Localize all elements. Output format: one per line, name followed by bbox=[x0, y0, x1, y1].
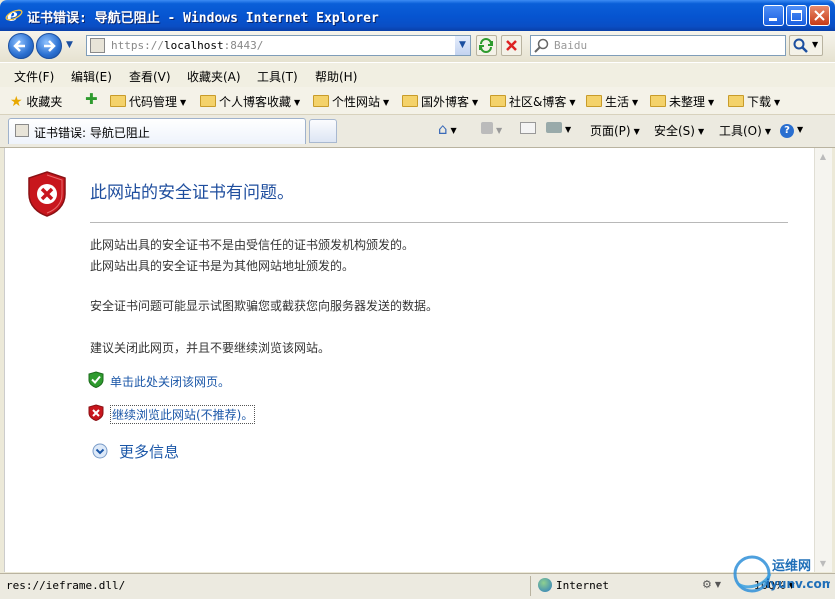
svg-text:运维网: 运维网 bbox=[772, 558, 811, 574]
security-zone: Internet bbox=[556, 579, 609, 592]
tab-title: 证书错误: 导航已阻止 bbox=[34, 126, 150, 140]
folder-icon bbox=[110, 95, 126, 107]
red-shield-icon bbox=[28, 171, 66, 217]
window-title: 证书错误: 导航已阻止 - Windows Internet Explorer bbox=[27, 11, 379, 26]
svg-text:iyunv.com: iyunv.com bbox=[766, 577, 830, 591]
protected-mode-button[interactable]: ⚙ ▼ bbox=[702, 578, 721, 591]
more-information-link[interactable]: 更多信息 bbox=[119, 441, 179, 462]
arrow-right-icon bbox=[44, 40, 56, 52]
read-mail-button[interactable] bbox=[520, 122, 536, 137]
fav-folder-5[interactable]: 生活 ▼ bbox=[586, 93, 638, 110]
fav-folder-6[interactable]: 未整理 ▼ bbox=[650, 93, 714, 110]
folder-icon bbox=[490, 95, 506, 107]
search-placeholder: Baidu bbox=[554, 39, 588, 52]
menu-view[interactable]: 查看(V) bbox=[129, 68, 171, 85]
menu-file[interactable]: 文件(F) bbox=[14, 68, 54, 85]
recent-pages-dropdown[interactable]: ▼ bbox=[66, 40, 73, 50]
page-menu-button[interactable]: 页面(P) ▼ bbox=[590, 122, 640, 139]
maximize-icon bbox=[791, 10, 802, 21]
folder-icon bbox=[200, 95, 216, 107]
folder-icon bbox=[586, 95, 602, 107]
refresh-icon bbox=[479, 38, 493, 53]
fav-folder-2[interactable]: 个性网站 ▼ bbox=[313, 93, 389, 110]
status-bar: res://ieframe.dll/ Internet ⚙ ▼ 100% ▼ bbox=[0, 573, 835, 599]
fav-folder-7[interactable]: 下载 ▼ bbox=[728, 93, 780, 110]
home-icon: ⌂ bbox=[438, 120, 448, 138]
close-page-link[interactable]: 单击此处关闭该网页。 bbox=[110, 373, 230, 390]
close-icon bbox=[814, 10, 825, 21]
menu-tools[interactable]: 工具(T) bbox=[257, 68, 298, 85]
divider bbox=[90, 222, 788, 223]
fav-folder-3[interactable]: 国外博客 ▼ bbox=[402, 93, 478, 110]
folder-icon bbox=[650, 95, 666, 107]
warning-text: 安全证书问题可能显示试图欺骗您或截获您向服务器发送的数据。 bbox=[90, 299, 439, 313]
fav-folder-4[interactable]: 社区&博客 ▼ bbox=[490, 93, 576, 110]
folder-icon bbox=[728, 95, 744, 107]
menu-bar: 文件(F) 编辑(E) 查看(V) 收藏夹(A) 工具(T) 帮助(H) bbox=[0, 62, 835, 88]
back-button[interactable] bbox=[8, 33, 34, 59]
mail-icon bbox=[520, 122, 536, 134]
folder-icon bbox=[313, 95, 329, 107]
magnifier-icon bbox=[793, 38, 808, 53]
ie-logo-icon: e bbox=[5, 6, 23, 24]
refresh-button[interactable] bbox=[476, 35, 497, 56]
recommendation-text: 建议关闭此网页，并且不要继续浏览该网站。 bbox=[90, 341, 331, 355]
arrow-left-icon bbox=[13, 40, 25, 52]
tab-page-icon bbox=[15, 124, 29, 137]
fav-folder-0[interactable]: 代码管理 ▼ bbox=[110, 93, 186, 110]
new-tab-button[interactable] bbox=[309, 119, 337, 143]
feeds-button[interactable]: ▼ bbox=[481, 122, 502, 137]
green-shield-icon bbox=[88, 371, 104, 388]
minimize-button[interactable] bbox=[763, 5, 784, 26]
rss-icon bbox=[481, 122, 493, 134]
menu-edit[interactable]: 编辑(E) bbox=[71, 68, 112, 85]
vertical-scrollbar[interactable]: ▲ ▼ bbox=[814, 148, 832, 572]
stop-icon bbox=[506, 40, 517, 51]
menu-help[interactable]: 帮助(H) bbox=[315, 68, 357, 85]
print-button[interactable]: ▼ bbox=[546, 122, 571, 136]
favorites-center-button[interactable]: ★ 收藏夹 bbox=[10, 93, 62, 110]
folder-icon bbox=[402, 95, 418, 107]
stop-button[interactable] bbox=[501, 35, 522, 56]
lock-gear-icon: ⚙ bbox=[702, 578, 712, 591]
help-icon: ? bbox=[780, 124, 794, 138]
safety-menu-button[interactable]: 安全(S) ▼ bbox=[654, 122, 704, 139]
minimize-icon bbox=[769, 18, 777, 21]
status-text: res://ieframe.dll/ bbox=[6, 579, 126, 592]
expand-chevron-icon[interactable] bbox=[92, 443, 108, 459]
fav-folder-1[interactable]: 个人博客收藏 ▼ bbox=[200, 93, 300, 110]
home-button[interactable]: ⌂ ▼ bbox=[438, 120, 457, 138]
forward-button[interactable] bbox=[36, 33, 62, 59]
reason-mismatch: 此网站出具的安全证书是为其他网站地址颁发的。 bbox=[90, 259, 355, 273]
watermark-logo: 运维网 iyunv.com bbox=[733, 555, 830, 593]
status-divider bbox=[530, 576, 531, 596]
red-shield-small-icon bbox=[88, 404, 104, 421]
add-favorite-button[interactable]: ✚ bbox=[85, 90, 98, 108]
globe-icon bbox=[538, 578, 552, 592]
continue-to-site-link[interactable]: 继续浏览此网站(不推荐)。 bbox=[110, 405, 256, 424]
star-icon: ★ bbox=[10, 94, 23, 110]
content-area bbox=[4, 148, 815, 572]
tools-menu-button[interactable]: 工具(O) ▼ bbox=[719, 122, 771, 139]
search-icon bbox=[534, 38, 549, 53]
tab-current[interactable]: 证书错误: 导航已阻止 bbox=[8, 118, 306, 144]
search-button[interactable]: ▼ bbox=[789, 35, 823, 56]
page-heading: 此网站的安全证书有问题。 bbox=[90, 183, 294, 203]
address-url: https://localhost:8443/ bbox=[111, 39, 264, 52]
search-options-caret: ▼ bbox=[812, 40, 819, 49]
close-window-button[interactable] bbox=[809, 5, 830, 26]
reason-untrusted: 此网站出具的安全证书不是由受信任的证书颁发机构颁发的。 bbox=[90, 238, 415, 252]
favorites-bar: ★ 收藏夹 ✚ 代码管理 ▼ 个人博客收藏 ▼ 个性网站 ▼ 国外博客 ▼ 社区&博客 ▼… bbox=[0, 87, 835, 115]
scroll-up-arrow-icon[interactable]: ▲ bbox=[816, 149, 830, 164]
printer-icon bbox=[546, 122, 562, 133]
page-icon bbox=[90, 38, 105, 53]
add-star-icon: ✚ bbox=[85, 90, 98, 108]
menu-favorites[interactable]: 收藏夹(A) bbox=[187, 68, 241, 85]
help-button[interactable]: ? ▼ bbox=[780, 122, 803, 138]
maximize-button[interactable] bbox=[786, 5, 807, 26]
address-dropdown-button[interactable]: ▼ bbox=[455, 36, 470, 55]
